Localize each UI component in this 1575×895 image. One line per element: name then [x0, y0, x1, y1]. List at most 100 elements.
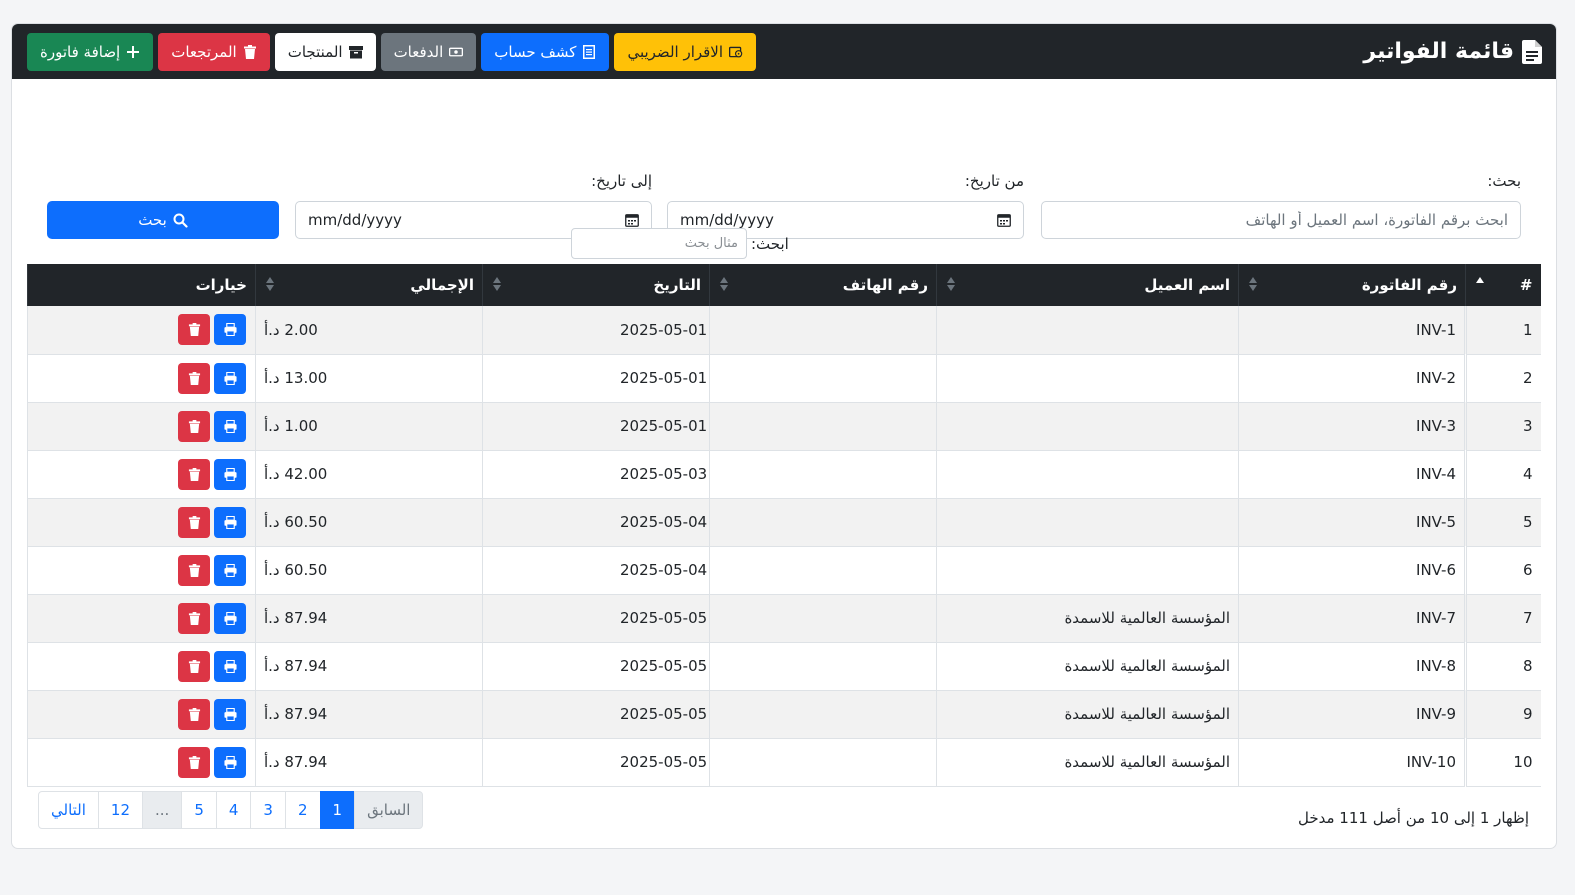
filter-search-button[interactable]: بحث [47, 201, 279, 239]
row-number: 3 [1464, 402, 1541, 451]
calendar-icon [625, 214, 639, 227]
print-button[interactable] [214, 698, 246, 730]
tax-return-button[interactable]: الاقرار الضريبي [614, 32, 757, 71]
invoice-date: 2025-05-01 [482, 306, 710, 355]
print-button[interactable] [214, 602, 246, 634]
page-2[interactable]: 2 [284, 791, 321, 829]
from-date-label: من تاريخ: [964, 172, 1024, 190]
box-icon [348, 45, 363, 58]
print-button[interactable] [214, 650, 246, 682]
invoice-date: 2025-05-01 [482, 354, 710, 403]
delete-button[interactable] [178, 602, 210, 634]
invoice-date: 2025-05-05 [482, 642, 710, 691]
row-actions [36, 458, 247, 490]
invoice-date: 2025-05-05 [482, 594, 710, 643]
row-actions [36, 314, 247, 346]
table-search-input[interactable] [571, 228, 747, 259]
row-number: 8 [1464, 642, 1541, 691]
column-header-invoice[interactable]: رقم الفاتورة [1238, 264, 1466, 306]
money-bill-icon [449, 47, 464, 56]
column-header-date[interactable]: التاريخ [482, 264, 710, 306]
trash-icon [188, 467, 200, 481]
print-button[interactable] [214, 314, 246, 346]
statement-label: كشف حساب [494, 42, 577, 61]
column-header-num[interactable]: # [1465, 264, 1541, 306]
search-input[interactable] [1041, 201, 1521, 239]
trash-icon [188, 659, 200, 673]
print-icon [223, 659, 237, 673]
delete-button[interactable] [178, 458, 210, 490]
row-number: 7 [1464, 594, 1541, 643]
table-row: 5 INV-5 2025-05-04 60.50 د.أ [27, 498, 1541, 547]
trash-icon [188, 611, 200, 625]
print-button[interactable] [214, 746, 246, 778]
phone-number [709, 642, 937, 691]
page-next[interactable]: التالي [38, 791, 99, 829]
print-button[interactable] [214, 506, 246, 538]
invoice-number: INV-3 [1238, 402, 1466, 451]
products-button[interactable]: المنتجات [274, 32, 376, 71]
column-header-customer[interactable]: اسم العميل [936, 264, 1239, 306]
trash-icon [188, 419, 200, 433]
delete-button[interactable] [178, 554, 210, 586]
from-date-value: mm/dd/yyyy [680, 211, 774, 229]
calendar-icon [997, 214, 1011, 227]
row-number: 1 [1464, 306, 1541, 355]
invoice-total: 87.94 د.أ [255, 738, 483, 787]
table-row: 9 INV-9 المؤسسة العالمية للاسمدة 2025-05-05… [27, 690, 1541, 739]
payments-button[interactable]: الدفعات [380, 32, 477, 71]
invoice-number: INV-9 [1238, 690, 1466, 739]
delete-button[interactable] [178, 698, 210, 730]
page-12[interactable]: 12 [97, 791, 144, 829]
returns-button[interactable]: المرتجعات [158, 32, 270, 71]
print-button[interactable] [214, 362, 246, 394]
row-actions [36, 746, 247, 778]
row-actions [36, 362, 247, 394]
phone-number [709, 738, 937, 787]
delete-button[interactable] [178, 410, 210, 442]
print-icon [223, 515, 237, 529]
row-actions [36, 554, 247, 586]
row-actions [36, 602, 247, 634]
row-actions [36, 410, 247, 442]
print-button[interactable] [214, 410, 246, 442]
print-icon [223, 467, 237, 481]
invoice-number: INV-8 [1238, 642, 1466, 691]
table-body: 1 INV-1 2025-05-01 2.00 د.أ 2 INV-2 2025-05-01… [27, 306, 1541, 787]
trash-icon [188, 323, 200, 337]
sort-icon [720, 277, 728, 291]
page-3[interactable]: 3 [250, 791, 286, 829]
products-label: المنتجات [287, 42, 343, 61]
to-date-label: إلى تاريخ: [591, 172, 652, 190]
print-button[interactable] [214, 554, 246, 586]
customer-name [936, 306, 1239, 355]
print-icon [223, 563, 237, 577]
delete-button[interactable] [178, 362, 210, 394]
invoice-date: 2025-05-05 [482, 690, 710, 739]
page-4[interactable]: 4 [215, 791, 252, 829]
trash-icon [188, 371, 200, 385]
customer-name: المؤسسة العالمية للاسمدة [936, 594, 1239, 643]
phone-number [709, 402, 937, 451]
sort-icon [493, 277, 501, 291]
card-header: قائمة الفواتير إضافة فاتورة المرتجعات ال… [12, 24, 1556, 79]
receipt-icon [583, 44, 596, 59]
invoice-total: 60.50 د.أ [255, 498, 483, 547]
add-invoice-button[interactable]: إضافة فاتورة [27, 32, 154, 71]
column-header-phone[interactable]: رقم الهاتف [709, 264, 937, 306]
page-1[interactable]: 1 [319, 791, 356, 829]
delete-button[interactable] [178, 506, 210, 538]
print-button[interactable] [214, 458, 246, 490]
delete-button[interactable] [178, 650, 210, 682]
page-5[interactable]: 5 [181, 791, 217, 829]
table-info: إظهار 1 إلى 10 من أصل 111 مدخل [1297, 809, 1529, 827]
delete-button[interactable] [178, 314, 210, 346]
customer-name [936, 402, 1239, 451]
page-previous[interactable]: السابق [354, 791, 424, 829]
invoice-total: 13.00 د.أ [255, 354, 483, 403]
row-actions [36, 506, 247, 538]
column-header-total[interactable]: الإجمالي [255, 264, 483, 306]
statement-button[interactable]: كشف حساب [481, 32, 610, 71]
delete-button[interactable] [178, 746, 210, 778]
sort-icon [266, 277, 274, 291]
